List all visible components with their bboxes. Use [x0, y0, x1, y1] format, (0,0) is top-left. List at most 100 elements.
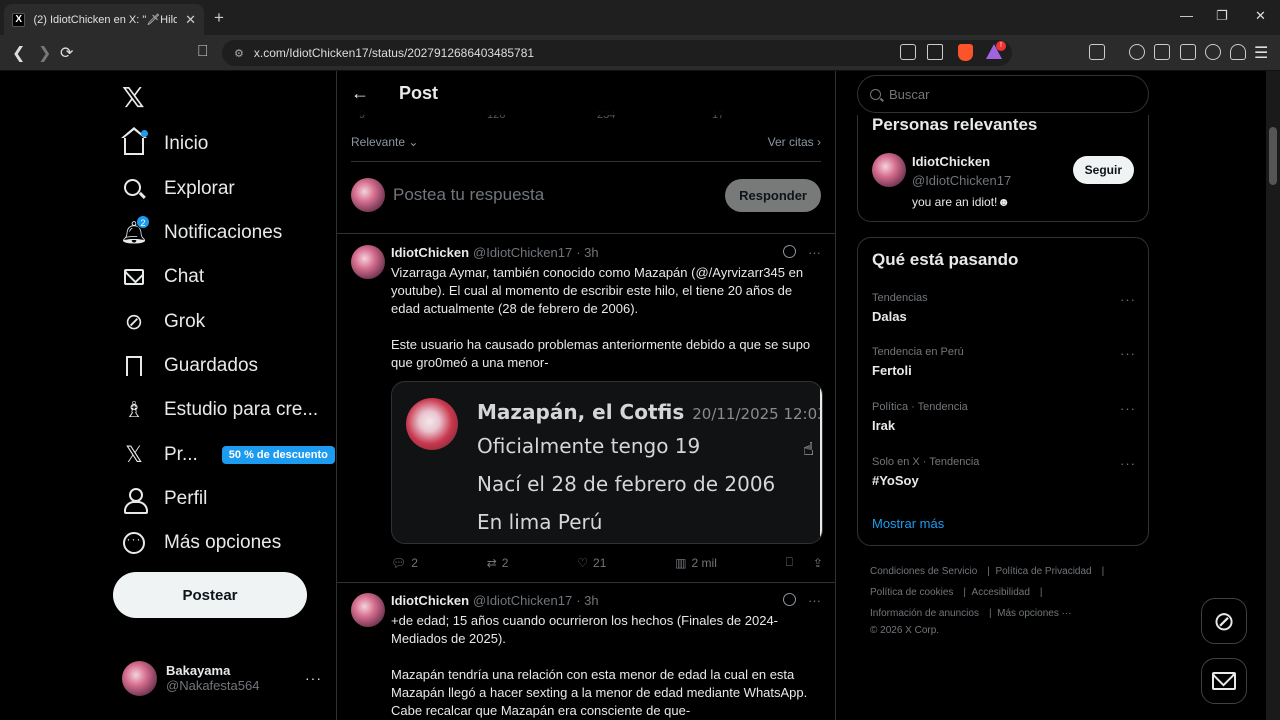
maximize-icon[interactable]: ❐: [1216, 8, 1228, 24]
reply-sort-row: Relevante ⌄ Ver citas ›: [351, 135, 821, 162]
reply-action[interactable]: 💬︎ 2: [391, 555, 418, 570]
avatar[interactable]: [872, 153, 906, 187]
footer-link[interactable]: Política de cookies: [870, 587, 953, 598]
footer-link[interactable]: Más opciones ···: [997, 608, 1071, 619]
nav-label: Más opciones: [164, 532, 282, 553]
media-icon[interactable]: [1129, 44, 1145, 60]
avatar[interactable]: [351, 245, 385, 279]
sort-relevant-dropdown[interactable]: Relevante ⌄: [351, 135, 418, 149]
quotes-label: Ver citas: [767, 135, 814, 149]
nav-more[interactable]: ··· Más opciones: [122, 527, 281, 559]
tweet-time[interactable]: · 3h: [576, 245, 598, 260]
brave-shields-icon[interactable]: [958, 44, 973, 61]
footer-link[interactable]: Accesibilidad: [972, 587, 1030, 598]
messages-fab[interactable]: [1201, 658, 1247, 704]
search-box[interactable]: Buscar: [857, 75, 1149, 113]
bell-icon: 🔔︎ 2: [120, 215, 150, 245]
account-handle: @Nakafesta564: [166, 678, 260, 693]
sidebar-icon[interactable]: [1154, 44, 1170, 60]
author-name[interactable]: IdiotChicken: [391, 245, 469, 260]
nav-explore[interactable]: Explorar: [122, 173, 235, 205]
view-quotes-link[interactable]: Ver citas ›: [768, 135, 821, 149]
author-handle[interactable]: @IdiotChicken17: [473, 593, 572, 608]
trend-item[interactable]: Solo en X · Tendencia #YoSoy ···: [872, 456, 1136, 488]
menu-icon[interactable]: ☰: [1254, 43, 1268, 63]
grok-fab[interactable]: ⊘: [1201, 598, 1247, 644]
close-window-icon[interactable]: ✕: [1255, 8, 1266, 24]
trend-item[interactable]: Política · Tendencia Irak ···: [872, 401, 1136, 433]
avatar[interactable]: [351, 593, 385, 627]
nav-creator-studio[interactable]: ♗ Estudio para cre...: [122, 394, 318, 426]
bookmark-icon[interactable]: ⎕: [786, 555, 793, 570]
nav-home[interactable]: Inicio: [121, 127, 209, 160]
footer-link[interactable]: Información de anuncios: [870, 608, 979, 619]
like-action[interactable]: ♡ 21: [577, 555, 606, 570]
nav-profile[interactable]: Perfil: [122, 483, 207, 515]
close-tab-icon[interactable]: ✕: [185, 12, 196, 28]
reload-icon[interactable]: ⟳: [60, 43, 73, 63]
account-name: Bakayama: [166, 663, 231, 678]
trend-more-icon[interactable]: ···: [1120, 401, 1136, 416]
wallet-icon[interactable]: [1180, 44, 1196, 60]
nav-bookmarks[interactable]: Guardados: [122, 350, 258, 382]
new-tab-icon[interactable]: +: [214, 8, 224, 28]
site-info-icon[interactable]: ⚙: [234, 47, 244, 60]
more-options-icon[interactable]: ···: [808, 245, 821, 260]
reply-button[interactable]: Responder: [725, 178, 821, 212]
account-switcher[interactable]: Bakayama @Nakafesta564 ···: [122, 658, 322, 698]
nav-grok[interactable]: ⊘ Grok: [122, 306, 205, 338]
relevant-handle[interactable]: @IdiotChicken17: [912, 173, 1011, 188]
person-icon: [122, 487, 148, 514]
share-icon[interactable]: [927, 44, 943, 60]
account-more-icon[interactable]: ···: [305, 670, 322, 686]
browser-tab[interactable]: X (2) IdiotChicken en X: "🗡Hilo e... ✕: [4, 4, 204, 35]
follow-button[interactable]: Seguir: [1072, 156, 1134, 184]
footer-link[interactable]: Condiciones de Servicio: [870, 566, 977, 577]
nav-chat[interactable]: Chat: [122, 261, 204, 293]
grok-explain-icon[interactable]: [780, 590, 799, 609]
trend-item[interactable]: Tendencias Dalas ···: [872, 292, 1136, 324]
tweet-time[interactable]: · 3h: [576, 593, 598, 608]
post-button[interactable]: Postear: [113, 572, 307, 618]
search-input[interactable]: Buscar: [889, 87, 929, 102]
nav-premium[interactable]: 𝕏 Pr... 50 % de descuento: [122, 439, 335, 471]
trend-item[interactable]: Tendencia en Perú Fertoli ···: [872, 346, 1136, 378]
share-icon[interactable]: ⇪: [813, 556, 823, 570]
author-handle[interactable]: @IdiotChicken17: [473, 245, 572, 260]
author-name[interactable]: IdiotChicken: [391, 593, 469, 608]
nav-label: Inicio: [164, 133, 209, 154]
show-more-link[interactable]: Mostrar más: [872, 516, 944, 531]
reader-mode-icon[interactable]: [1089, 44, 1105, 60]
back-icon[interactable]: ❮: [12, 43, 25, 63]
repost-action[interactable]: ⇄ 2: [487, 555, 509, 570]
leo-ai-icon[interactable]: [1205, 44, 1221, 60]
relevant-name[interactable]: IdiotChicken: [912, 154, 990, 169]
avatar: [122, 660, 157, 696]
reply-tweet[interactable]: IdiotChicken @IdiotChicken17 · 3h ··· +d…: [351, 590, 821, 720]
address-bar[interactable]: ⚙ x.com/IdiotChicken17/status/2027912686…: [222, 40, 1012, 66]
forward-icon[interactable]: ❯: [38, 43, 51, 63]
vpn-icon[interactable]: [1230, 44, 1246, 60]
grok-explain-icon[interactable]: [780, 242, 799, 261]
trend-more-icon[interactable]: ···: [1120, 346, 1136, 361]
trend-topic: Dalas: [872, 309, 907, 324]
trend-more-icon[interactable]: ···: [1120, 292, 1136, 307]
footer-link[interactable]: Política de Privacidad: [995, 566, 1091, 577]
bookmark-page-icon[interactable]: ⎕: [198, 43, 208, 61]
reply-input[interactable]: Postea tu respuesta: [393, 185, 544, 205]
x-logo-icon[interactable]: 𝕏: [122, 81, 145, 114]
embedded-line: En lima Perú: [477, 510, 603, 534]
trend-more-icon[interactable]: ···: [1120, 456, 1136, 471]
nav-notifications[interactable]: 🔔︎ 2 Notificaciones: [120, 215, 282, 249]
more-options-icon[interactable]: ···: [808, 593, 821, 608]
scrollbar-thumb[interactable]: [1269, 127, 1277, 185]
nav-label: Estudio para cre...: [164, 399, 319, 420]
tweet-actions: ···: [780, 242, 821, 261]
back-arrow-icon[interactable]: ←: [351, 83, 369, 104]
cast-icon[interactable]: [900, 44, 916, 60]
tweet-image[interactable]: Mazapán, el Cotfis 20/11/2025 12:03 Ofici…: [391, 381, 823, 544]
minimize-icon[interactable]: —: [1180, 8, 1193, 23]
page-scrollbar[interactable]: [1266, 71, 1280, 720]
tweet-text: +de edad; 15 años cuando ocurrieron los …: [391, 613, 808, 718]
views-action[interactable]: ▥ 2 mil: [675, 555, 717, 570]
